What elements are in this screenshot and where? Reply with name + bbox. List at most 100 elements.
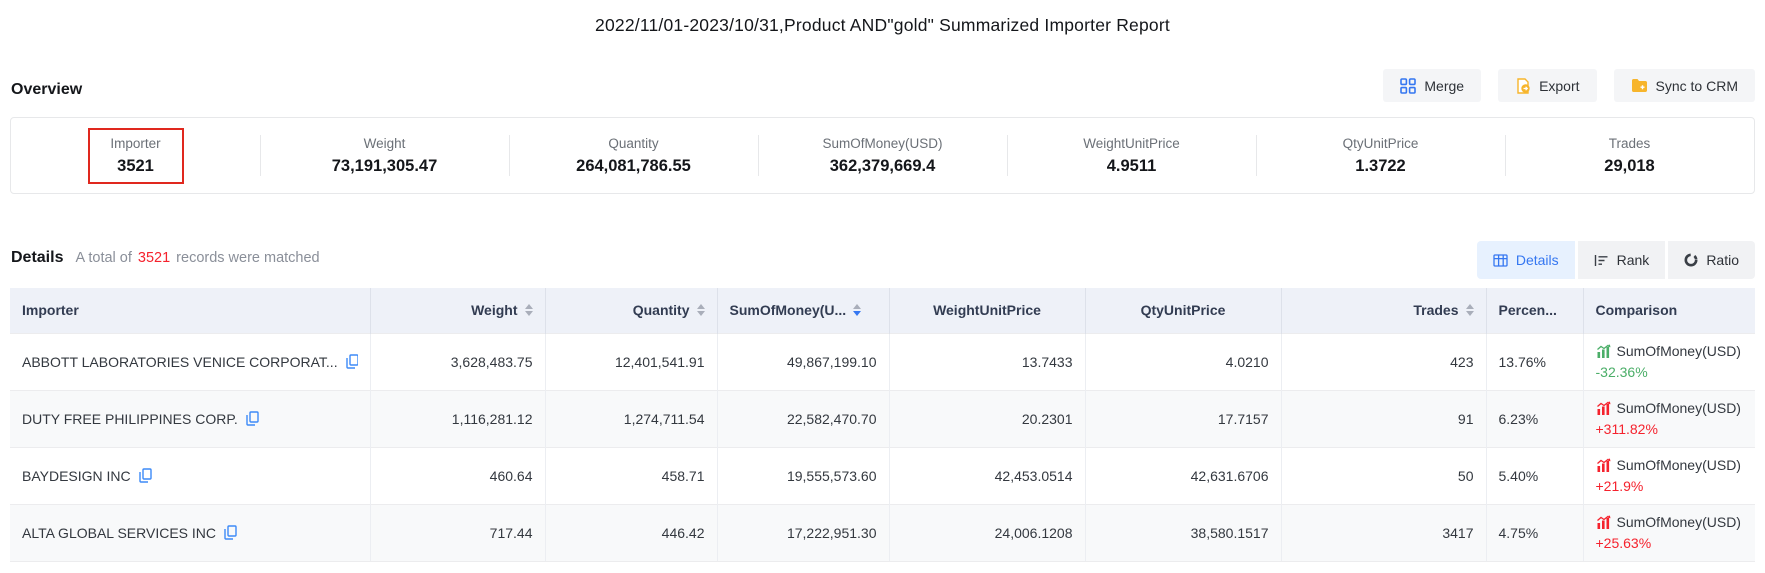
comparison-change: +311.82% [1596,421,1744,437]
tab-rank[interactable]: Rank [1578,241,1666,279]
col-header-weight-unit-price: WeightUnitPrice [889,288,1085,333]
trades-cell: 50 [1281,447,1486,504]
comparison-metric-label: SumOfMoney(USD) [1617,343,1741,359]
weight-cell: 460.64 [370,447,545,504]
importer-table: Importer Weight Quantity SumOfMoney(U...… [10,288,1755,562]
percent-cell: 6.23% [1486,390,1583,447]
ratio-donut-icon [1684,253,1698,267]
quantity-cell: 458.71 [545,447,717,504]
sort-icon-active-desc[interactable] [853,304,861,316]
importer-name[interactable]: ABBOTT LABORATORIES VENICE CORPORAT... [22,354,338,370]
merge-button[interactable]: Merge [1383,69,1481,102]
overview-heading: Overview [11,81,82,99]
comparison-cell: SumOfMoney(USD) -32.36% [1596,343,1744,380]
export-button[interactable]: Export [1498,69,1596,102]
stat-quantity: Quantity 264,081,786.55 [509,118,758,193]
stat-label: Weight [364,136,406,151]
sync-folder-icon [1631,78,1648,93]
stat-value: 1.3722 [1355,157,1405,176]
sort-icon[interactable] [697,304,705,316]
tab-details-label: Details [1516,252,1559,268]
col-header-sum-of-money[interactable]: SumOfMoney(U... [717,288,889,333]
copy-icon[interactable] [346,354,358,369]
sync-to-crm-button-label: Sync to CRM [1656,78,1738,94]
stat-value: 4.9511 [1107,157,1157,176]
weight-cell: 1,116,281.12 [370,390,545,447]
tab-ratio-label: Ratio [1706,252,1739,268]
importer-name[interactable]: DUTY FREE PHILIPPINES CORP. [22,411,238,427]
table-header-row: Importer Weight Quantity SumOfMoney(U...… [10,288,1755,333]
importer-name[interactable]: BAYDESIGN INC [22,468,131,484]
stat-sum-of-money: SumOfMoney(USD) 362,379,669.4 [758,118,1007,193]
qty-unit-price-cell: 38,580.1517 [1085,504,1281,561]
sum-of-money-cell: 17,222,951.30 [717,504,889,561]
table-row: DUTY FREE PHILIPPINES CORP. 1,116,281.12… [10,390,1755,447]
weight-unit-price-cell: 24,006.1208 [889,504,1085,561]
stat-value: 264,081,786.55 [576,157,691,176]
stat-label: QtyUnitPrice [1343,136,1419,151]
table-grid-icon [1493,254,1508,267]
qty-unit-price-cell: 4.0210 [1085,333,1281,390]
weight-unit-price-cell: 13.7433 [889,333,1085,390]
merge-button-label: Merge [1424,78,1464,94]
stat-value: 73,191,305.47 [332,157,438,176]
quantity-cell: 1,274,711.54 [545,390,717,447]
col-header-quantity[interactable]: Quantity [545,288,717,333]
sort-icon[interactable] [525,304,533,316]
comparison-metric-label: SumOfMoney(USD) [1617,457,1741,473]
table-row: ALTA GLOBAL SERVICES INC 717.44 446.42 1… [10,504,1755,561]
sort-icon[interactable] [1466,304,1474,316]
trades-cell: 91 [1281,390,1486,447]
comparison-cell: SumOfMoney(USD) +21.9% [1596,457,1744,494]
copy-icon[interactable] [139,468,152,483]
stat-label: Quantity [608,136,658,151]
sync-to-crm-button[interactable]: Sync to CRM [1614,69,1755,102]
stat-weight-unit-price: WeightUnitPrice 4.9511 [1007,118,1256,193]
comparison-change: +21.9% [1596,478,1744,494]
stat-value: 362,379,669.4 [830,157,936,176]
stat-label: SumOfMoney(USD) [822,136,942,151]
tab-rank-label: Rank [1617,252,1650,268]
export-icon [1515,78,1531,94]
copy-icon[interactable] [246,411,259,426]
sum-of-money-cell: 22,582,470.70 [717,390,889,447]
qty-unit-price-cell: 17.7157 [1085,390,1281,447]
comparison-metric-label: SumOfMoney(USD) [1617,514,1741,530]
comparison-change: +25.63% [1596,535,1744,551]
weight-unit-price-cell: 20.2301 [889,390,1085,447]
match-suffix: records were matched [176,250,319,266]
stat-label: Importer [110,136,160,151]
importer-name[interactable]: ALTA GLOBAL SERVICES INC [22,525,216,541]
stat-qty-unit-price: QtyUnitPrice 1.3722 [1256,118,1505,193]
stat-value: 3521 [117,157,154,176]
trend-up-icon [1596,401,1611,415]
details-heading: Details [11,249,63,267]
match-count: 3521 [132,250,176,266]
rank-icon [1594,254,1609,267]
percent-cell: 4.75% [1486,504,1583,561]
trend-up-icon [1596,515,1611,529]
page-title: 2022/11/01-2023/10/31,Product AND"gold" … [0,15,1765,36]
tab-ratio[interactable]: Ratio [1668,241,1755,279]
col-header-weight[interactable]: Weight [370,288,545,333]
stat-importer: Importer 3521 [11,118,260,193]
match-prefix: A total of [75,250,131,266]
trades-cell: 423 [1281,333,1486,390]
quantity-cell: 446.42 [545,504,717,561]
col-header-importer: Importer [10,288,370,333]
comparison-change: -32.36% [1596,364,1744,380]
tab-details[interactable]: Details [1477,241,1575,279]
stat-label: WeightUnitPrice [1083,136,1180,151]
weight-cell: 3,628,483.75 [370,333,545,390]
quantity-cell: 12,401,541.91 [545,333,717,390]
sum-of-money-cell: 19,555,573.60 [717,447,889,504]
stat-trades: Trades 29,018 [1505,118,1754,193]
table-row: BAYDESIGN INC 460.64 458.71 19,555,573.6… [10,447,1755,504]
col-header-trades[interactable]: Trades [1281,288,1486,333]
comparison-cell: SumOfMoney(USD) +311.82% [1596,400,1744,437]
export-button-label: Export [1539,78,1579,94]
stat-weight: Weight 73,191,305.47 [260,118,509,193]
copy-icon[interactable] [224,525,237,540]
percent-cell: 5.40% [1486,447,1583,504]
qty-unit-price-cell: 42,631.6706 [1085,447,1281,504]
